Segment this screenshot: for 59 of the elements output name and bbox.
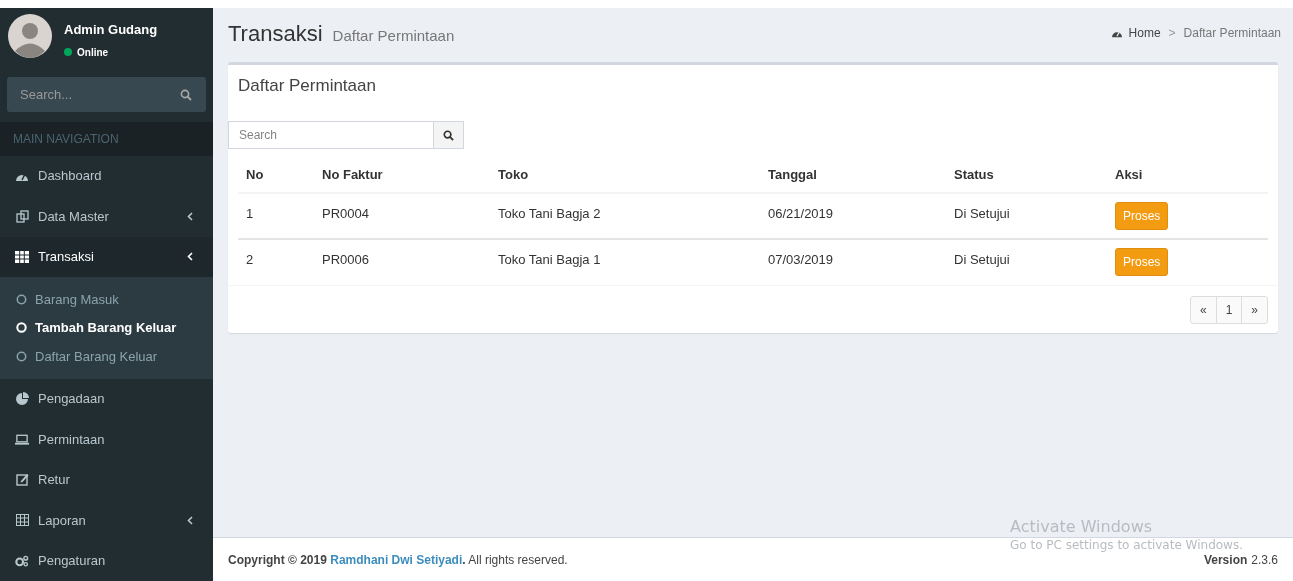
- circle-icon: [16, 350, 27, 362]
- nav-item[interactable]: Pengadaan: [0, 378, 213, 420]
- breadcrumb-separator: >: [1167, 25, 1177, 42]
- breadcrumb-current: Daftar Permintaan: [1183, 25, 1281, 42]
- nav-item[interactable]: Data Master: [0, 196, 213, 237]
- copyright-text: Copyright © 2019 Ramdhani Dwi Setiyadi. All rights reserved.: [228, 551, 568, 569]
- column-header: Status: [946, 157, 1107, 193]
- grid-icon: [15, 250, 29, 263]
- table-cell: Di Setujui: [946, 239, 1107, 285]
- nav-item[interactable]: Pengaturan: [0, 540, 213, 581]
- nav-header: MAIN NAVIGATION: [0, 121, 213, 156]
- sidebar-search-field[interactable]: Search...: [7, 76, 206, 112]
- version-number: 2.3.6: [1251, 551, 1278, 569]
- nav-item[interactable]: Permintaan: [0, 419, 213, 460]
- table-cell: Toko Tani Bagja 2: [490, 193, 760, 239]
- avatar-icon: [8, 14, 52, 58]
- search-field[interactable]: Search: [228, 121, 434, 149]
- column-header: Toko: [490, 157, 760, 193]
- page-subtitle: Daftar Permintaan: [332, 25, 455, 46]
- activation-notice-text: Go to PC settings to activate Windows.: [1010, 537, 1243, 553]
- box-title: Daftar Permintaan: [237, 75, 377, 97]
- table-cell: PR0006: [314, 239, 490, 285]
- nav-item[interactable]: Retur: [0, 459, 213, 501]
- edit-icon: [15, 473, 29, 487]
- table-cell: 2: [238, 239, 314, 285]
- circle-icon: [16, 293, 27, 305]
- version-label: Version: [1203, 551, 1248, 569]
- table-cell: Toko Tani Bagja 1: [490, 239, 760, 285]
- copy-icon: [15, 209, 29, 223]
- page-title: Transaksi: [228, 19, 323, 48]
- circle-icon: [16, 322, 27, 334]
- submenu-item[interactable]: Tambah Barang Keluar: [0, 313, 213, 343]
- column-header: Tanggal: [760, 157, 946, 193]
- column-header: Aksi: [1107, 157, 1268, 193]
- nav-item[interactable]: Transaksi: [0, 236, 213, 278]
- table-cell: 06/21/2019: [760, 193, 946, 239]
- column-header: No Faktur: [314, 157, 490, 193]
- status-text: Online: [77, 45, 109, 60]
- submenu-item[interactable]: Barang Masuk: [0, 285, 213, 314]
- pagination-link[interactable]: »: [1241, 296, 1267, 323]
- laptop-icon: [15, 433, 29, 445]
- user-name: Admin Gudang: [64, 21, 158, 39]
- table-cell: 07/03/2019: [760, 239, 946, 285]
- breadcrumb-link[interactable]: Home: [1110, 24, 1161, 42]
- search-button[interactable]: [434, 121, 464, 149]
- search-icon: [443, 129, 454, 141]
- nav-item[interactable]: Laporan: [0, 500, 213, 541]
- pie-chart-icon: [15, 392, 29, 406]
- search-icon[interactable]: [180, 88, 192, 101]
- gears-icon: [15, 554, 29, 567]
- column-header: No: [238, 157, 314, 193]
- submenu-item[interactable]: Daftar Barang Keluar: [0, 342, 213, 371]
- table-cell: Di Setujui: [946, 193, 1107, 239]
- pagination-link[interactable]: «: [1190, 296, 1216, 323]
- table-icon: [15, 514, 29, 527]
- table-cell: 1: [238, 193, 314, 239]
- nav-item[interactable]: Dashboard: [0, 155, 213, 197]
- pagination-link[interactable]: 1: [1215, 296, 1242, 323]
- table-cell: PR0004: [314, 193, 490, 239]
